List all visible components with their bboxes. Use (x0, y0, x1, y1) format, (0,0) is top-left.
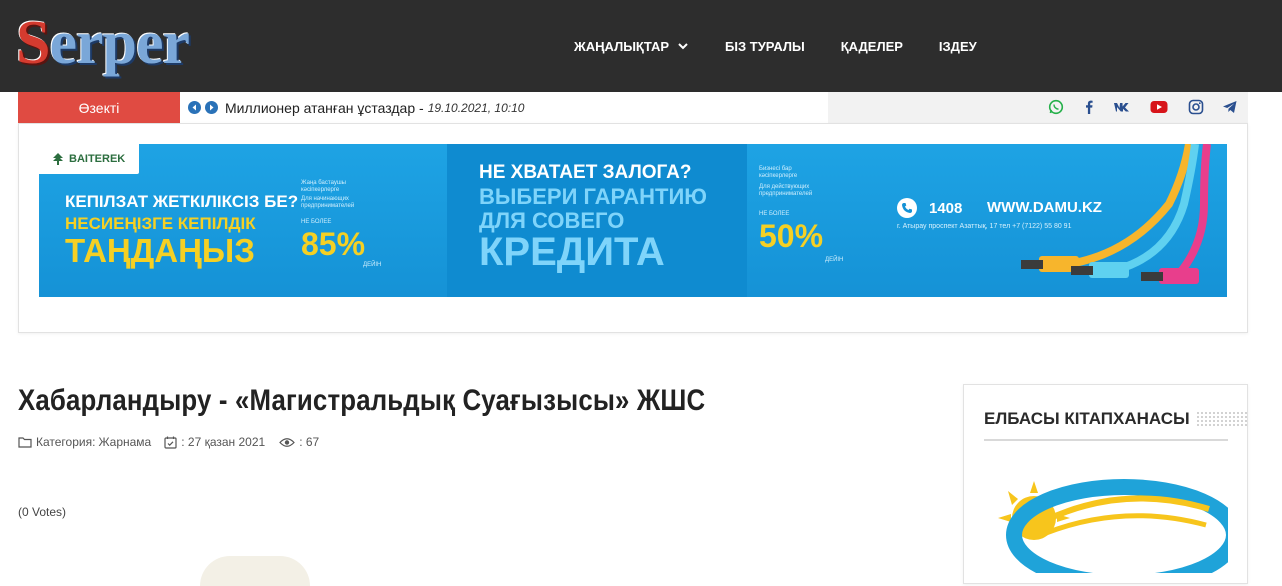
library-logo-image[interactable] (984, 463, 1228, 573)
sidebar-title: ЕЛБАСЫ КІТАПХАНАСЫ (984, 409, 1190, 428)
ticker-prev-button[interactable] (188, 101, 201, 114)
nav-item-rules[interactable]: ҚАДЕЛЕР (841, 39, 903, 54)
article-image (200, 556, 310, 586)
ticker-date: 19.10.2021, 10:10 (427, 100, 525, 115)
banner-kz-percent: 85% (301, 226, 366, 262)
article-views: : 67 (299, 435, 320, 449)
banner-ru-line4: КРЕДИТА (479, 230, 665, 274)
banner-ru-percent-note: ДЕЙІН (825, 257, 844, 263)
baiterek-tree-icon (53, 153, 63, 165)
banner-ru-small2: Для действующих предпринимателей (759, 184, 813, 197)
ad-banner-container: BAITEREK КЕПІЛЗАТ ЖЕТКІЛІКСІЗ БЕ? НЕСИЕҢ… (18, 123, 1248, 333)
phone-icon (897, 198, 917, 218)
sidebar-widget: ЕЛБАСЫ КІТАПХАНАСЫ (963, 384, 1248, 584)
whatsapp-icon[interactable] (1047, 98, 1065, 116)
banner-kz-line3: ТАҢДАҢЫЗ (65, 232, 255, 269)
chevron-left-icon (192, 104, 196, 111)
banner-ru-percent: 50% (759, 218, 824, 254)
banner-phone: 1408 (897, 198, 962, 218)
baiterek-logo: BAITEREK (39, 144, 139, 174)
decorative-dots (1196, 411, 1247, 427)
nav-item-search[interactable]: ІЗДЕУ (939, 39, 977, 54)
logo-text: Serper (16, 9, 190, 77)
hdmi-cables-graphic (1021, 144, 1211, 284)
chevron-right-icon (210, 104, 214, 111)
banner-kz-percent-note: ДЕЙІН (363, 262, 382, 268)
youtube-icon[interactable] (1150, 98, 1168, 116)
instagram-icon[interactable] (1187, 98, 1205, 116)
ticker-label: Өзекті (18, 92, 180, 123)
telegram-icon[interactable] (1221, 98, 1239, 116)
facebook-icon[interactable] (1080, 98, 1098, 116)
votes-count: (0 Votes) (18, 505, 67, 519)
ticker-headline-text: Миллионер атанған ұстаздар - (225, 99, 424, 116)
news-ticker: Өзекті Миллионер атанған ұстаздар - 19.1… (18, 92, 1248, 123)
banner-ru-limit: НЕ БОЛЕЕ (759, 211, 790, 217)
sidebar-divider (984, 439, 1228, 441)
vk-icon[interactable] (1113, 98, 1131, 116)
folder-icon (18, 437, 32, 448)
nav-item-label: БІЗ ТУРАЛЫ (725, 38, 805, 54)
header-bar: Serper ЖАҢАЛЫҚТАР БІЗ ТУРАЛЫ ҚАДЕЛЕР ІЗД… (0, 0, 1282, 92)
banner-kz-limit: НЕ БОЛЕЕ (301, 219, 332, 225)
main-nav: ЖАҢАЛЫҚТАР БІЗ ТУРАЛЫ ҚАДЕЛЕР ІЗДЕУ (574, 0, 1013, 92)
ticker-next-button[interactable] (205, 101, 218, 114)
article-meta: Категория: Жарнама : 27 қазан 2021 : 67 (18, 435, 319, 449)
ticker-headline[interactable]: Миллионер атанған ұстаздар - 19.10.2021,… (225, 92, 524, 123)
nav-item-label: ІЗДЕУ (938, 38, 977, 54)
banner-kz-small2: Для начинающих предпринимателей (301, 196, 355, 209)
banner-ru-small1: Бизнесі бар кәсіпкерлерге (759, 166, 798, 179)
nav-item-about[interactable]: БІЗ ТУРАЛЫ (725, 39, 805, 54)
category-link[interactable]: Жарнама (98, 435, 151, 449)
banner-kz-line2: НЕСИЕҢІЗГЕ КЕПІЛДІК (65, 214, 256, 233)
nav-item-label: ҚАДЕЛЕР (840, 38, 903, 54)
nav-item-news[interactable]: ЖАҢАЛЫҚТАР (574, 39, 689, 54)
banner-ru-line1: НЕ ХВАТАЕТ ЗАЛОГА? (479, 162, 692, 183)
banner-kz-small1: Жаңа бастаушы кәсіпкерлерге (301, 180, 346, 193)
chevron-down-icon (678, 43, 688, 50)
banner-kz-line1: КЕПІЛЗАТ ЖЕТКІЛІКСІЗ БЕ? (65, 192, 299, 211)
banner-ru-line2: ВЫБЕРИ ГАРАНТИЮ (479, 184, 707, 209)
calendar-icon (164, 436, 177, 449)
article-title: Хабарландыру - «Магистральдық Суағызысы»… (18, 384, 706, 417)
site-logo[interactable]: Serper (16, 6, 190, 80)
article-date: : 27 қазан 2021 (181, 435, 266, 449)
ad-banner[interactable]: BAITEREK КЕПІЛЗАТ ЖЕТКІЛІКСІЗ БЕ? НЕСИЕҢ… (39, 144, 1227, 297)
eye-icon (279, 437, 296, 447)
nav-item-label: ЖАҢАЛЫҚТАР (574, 38, 670, 54)
category-label: Категория: (36, 435, 96, 449)
